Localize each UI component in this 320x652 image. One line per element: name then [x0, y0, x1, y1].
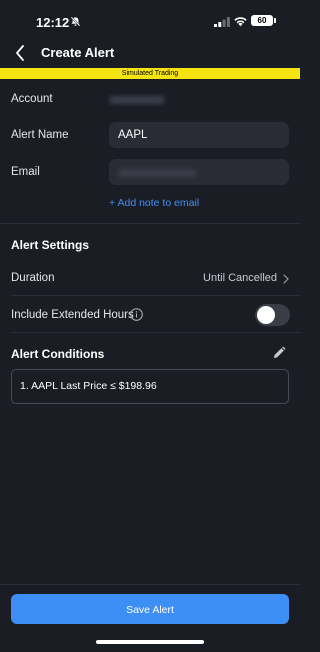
- chevron-right-icon[interactable]: [282, 274, 289, 284]
- alert-name-value[interactable]: AAPL: [118, 129, 147, 141]
- simulated-trading-banner: Simulated Trading: [0, 68, 300, 79]
- bell-off-icon: [70, 16, 81, 27]
- pencil-edit-icon[interactable]: [272, 346, 286, 360]
- account-value-redacted: [109, 96, 165, 104]
- status-time: 12:12: [36, 15, 70, 30]
- back-chevron-icon[interactable]: [14, 44, 26, 62]
- nav-header: Create Alert: [0, 38, 300, 68]
- extended-hours-toggle[interactable]: [255, 304, 290, 326]
- row-divider: [11, 295, 300, 296]
- footer-divider: [0, 584, 300, 585]
- alert-conditions-title: Alert Conditions: [11, 347, 105, 361]
- toggle-knob: [257, 306, 275, 324]
- email-label: Email: [11, 166, 40, 178]
- battery-tip: [274, 18, 276, 23]
- account-label: Account: [11, 93, 53, 105]
- section-divider: [0, 223, 300, 224]
- condition-item[interactable]: 1. AAPL Last Price ≤ $198.96: [20, 380, 157, 392]
- extended-hours-label: Include Extended Hours: [11, 309, 134, 321]
- duration-label: Duration: [11, 272, 55, 284]
- email-value-redacted: [118, 169, 196, 177]
- alert-settings-title: Alert Settings: [11, 238, 90, 252]
- battery-indicator: 60: [251, 15, 273, 26]
- cellular-signal-icon: [214, 17, 230, 27]
- page-title: Create Alert: [41, 45, 115, 60]
- add-note-link[interactable]: + Add note to email: [109, 197, 199, 209]
- info-icon[interactable]: [130, 308, 143, 321]
- duration-value[interactable]: Until Cancelled: [203, 272, 277, 284]
- row-divider: [11, 332, 300, 333]
- save-alert-button[interactable]: Save Alert: [11, 594, 289, 624]
- wifi-icon: [234, 17, 247, 27]
- status-bar: 12:12 60: [0, 0, 300, 38]
- home-indicator: [96, 640, 204, 644]
- alert-name-label: Alert Name: [11, 129, 69, 141]
